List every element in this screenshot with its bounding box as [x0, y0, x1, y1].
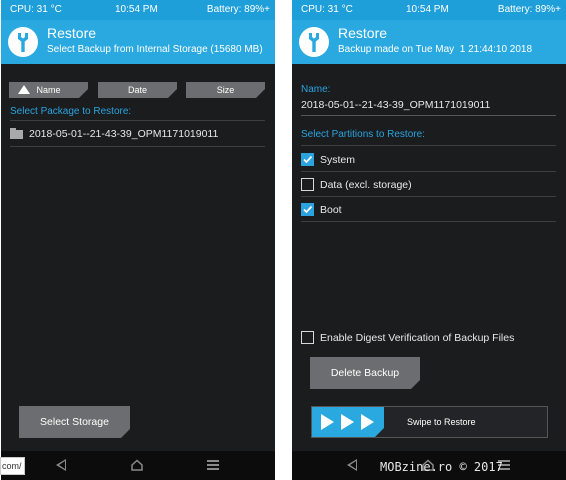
- divider: [301, 171, 556, 172]
- restore-backup-details-screen: CPU: 31 °C 10:54 PM Battery: 89%+ Restor…: [292, 0, 566, 480]
- swipe-handle[interactable]: [312, 407, 384, 437]
- page-subtitle: Select Backup from Internal Storage (156…: [47, 44, 263, 55]
- divider: [10, 120, 265, 121]
- swipe-to-restore-slider[interactable]: Swipe to Restore: [311, 406, 548, 438]
- divider: [301, 221, 556, 222]
- home-icon[interactable]: [131, 459, 143, 471]
- battery-level: Battery: 89%+: [206, 4, 270, 15]
- sort-size-label: Size: [216, 85, 235, 95]
- sort-date-label: Date: [127, 85, 147, 95]
- digest-verification-label: Enable Digest Verification of Backup Fil…: [320, 332, 515, 344]
- checkbox-checked-icon: [301, 153, 314, 166]
- watermark: MOBzine.ro © 2017: [380, 460, 503, 474]
- checkbox-unchecked-icon: [301, 178, 314, 191]
- sort-by-name-button[interactable]: Name: [9, 82, 88, 98]
- sort-by-size-button[interactable]: Size: [186, 82, 265, 98]
- clock: 10:54 PM: [115, 4, 158, 15]
- checkbox-unchecked-icon: [301, 331, 314, 344]
- delete-backup-button[interactable]: Delete Backup: [310, 357, 420, 389]
- partitions-section-label: Select Partitions to Restore:: [301, 129, 425, 140]
- package-section-label: Select Package to Restore:: [10, 106, 132, 117]
- cpu-temperature: CPU: 31 °C: [10, 4, 62, 15]
- package-name: 2018-05-01--21-43-39_OPM1171019011: [29, 128, 219, 140]
- sort-by-date-button[interactable]: Date: [98, 82, 177, 98]
- swipe-label: Swipe to Restore: [407, 417, 476, 427]
- sort-ascending-icon: [18, 85, 30, 94]
- header: Restore Backup made on Tue May 1 21:44:1…: [292, 20, 566, 64]
- twrp-logo-icon: [8, 27, 38, 57]
- sort-name-label: Name: [36, 85, 61, 95]
- page-title: Restore: [338, 25, 388, 41]
- partition-label: Boot: [320, 204, 342, 216]
- divider: [301, 145, 556, 146]
- page-subtitle: Backup made on Tue May 1 21:44:10 2018: [338, 44, 533, 55]
- navigation-bar: [1, 451, 275, 480]
- back-icon[interactable]: [56, 459, 66, 471]
- divider: [301, 115, 556, 116]
- clock: 10:54 PM: [406, 4, 449, 15]
- backup-name-field[interactable]: 2018-05-01--21-43-39_OPM1171019011: [301, 99, 490, 111]
- twrp-logo-icon: [299, 27, 329, 57]
- menu-icon[interactable]: [207, 460, 219, 470]
- divider: [10, 146, 265, 147]
- name-label: Name:: [301, 84, 331, 95]
- battery-level: Battery: 89%+: [497, 4, 561, 15]
- status-bar: CPU: 31 °C 10:54 PM Battery: 89%+: [292, 0, 566, 20]
- back-icon[interactable]: [347, 459, 357, 471]
- arrow-right-icon: [321, 414, 334, 430]
- arrow-right-icon: [341, 414, 354, 430]
- partition-label: System: [320, 154, 356, 166]
- folder-icon: [10, 128, 23, 139]
- partition-label: Data (excl. storage): [320, 179, 412, 191]
- arrow-right-icon: [361, 414, 374, 430]
- page-title: Restore: [47, 25, 97, 41]
- status-bar: CPU: 31 °C 10:54 PM Battery: 89%+: [1, 0, 275, 20]
- restore-select-backup-screen: CPU: 31 °C 10:54 PM Battery: 89%+ Restor…: [1, 0, 275, 480]
- header: Restore Select Backup from Internal Stor…: [1, 20, 275, 64]
- checkbox-checked-icon: [301, 203, 314, 216]
- select-storage-button[interactable]: Select Storage: [19, 406, 130, 438]
- divider: [301, 196, 556, 197]
- browser-url-fragment: com/: [0, 457, 25, 475]
- cpu-temperature: CPU: 31 °C: [301, 4, 353, 15]
